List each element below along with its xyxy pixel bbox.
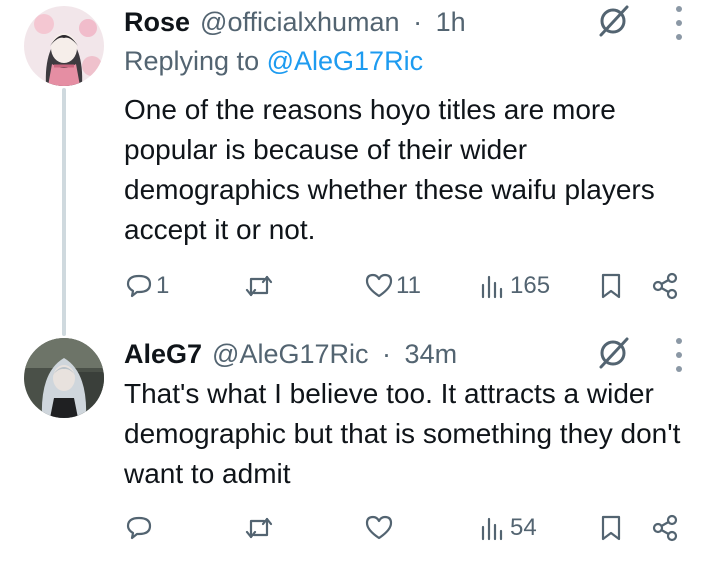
more-icon[interactable]	[672, 6, 686, 40]
replying-label: Replying to	[124, 46, 260, 76]
view-count: 165	[510, 272, 551, 299]
reply-icon	[126, 516, 152, 540]
action-bar: 1 11 165	[0, 266, 720, 306]
avatar-image	[24, 6, 104, 86]
heart-icon	[365, 273, 393, 298]
timestamp[interactable]: 1h	[436, 7, 466, 37]
views-icon	[481, 275, 503, 299]
action-bar: 54	[0, 508, 720, 548]
avatar-image	[24, 338, 104, 418]
reply-button[interactable]: 1	[124, 266, 169, 306]
share-icon	[652, 272, 678, 300]
like-button[interactable]	[364, 508, 396, 548]
tweet-text: One of the reasons hoyo titles are more …	[124, 94, 655, 245]
reply-tweet-rose[interactable]: Rose @officialxhuman · 1h Replying to @A…	[0, 0, 720, 320]
view-count: 54	[510, 514, 537, 541]
views-button[interactable]: 165	[478, 266, 550, 306]
bookmark-icon	[601, 273, 621, 299]
author-name[interactable]: AleG7	[124, 339, 202, 370]
reply-button[interactable]	[124, 508, 156, 548]
bookmark-button[interactable]	[596, 508, 626, 548]
grok-icon[interactable]	[596, 336, 630, 370]
avatar[interactable]	[24, 6, 104, 86]
repost-icon	[245, 275, 273, 297]
timestamp[interactable]: 34m	[405, 339, 458, 369]
author-handle[interactable]: @officialxhuman	[200, 7, 400, 37]
heart-icon	[365, 515, 393, 540]
repost-button[interactable]	[244, 508, 276, 548]
reply-icon	[126, 274, 152, 298]
bookmark-icon	[601, 515, 621, 541]
share-button[interactable]	[650, 266, 680, 306]
reply-tweet-aleg7[interactable]: AleG7 @AleG17Ric · 34m That's what I bel…	[0, 322, 720, 561]
tweet-text: That's what I believe too. It attracts a…	[124, 378, 681, 489]
author-name[interactable]: Rose	[124, 7, 190, 38]
share-button[interactable]	[650, 508, 680, 548]
bookmark-button[interactable]	[596, 266, 626, 306]
replying-to-line: Replying to @AleG17Ric	[124, 46, 423, 77]
like-button[interactable]: 11	[364, 266, 421, 306]
dot-separator: ·	[413, 6, 423, 37]
reply-count: 1	[156, 272, 170, 299]
views-icon	[481, 517, 503, 541]
share-icon	[652, 514, 678, 542]
dot-separator: ·	[382, 338, 392, 369]
author-handle[interactable]: @AleG17Ric	[212, 339, 368, 369]
grok-icon[interactable]	[596, 4, 630, 38]
tweet-header: AleG7 @AleG17Ric · 34m	[124, 336, 457, 372]
more-icon[interactable]	[672, 338, 686, 372]
replying-to-handle-link[interactable]: @AleG17Ric	[267, 46, 423, 76]
tweet-header: Rose @officialxhuman · 1h	[124, 4, 466, 40]
avatar[interactable]	[24, 338, 104, 418]
repost-button[interactable]	[244, 266, 276, 306]
views-button[interactable]: 54	[478, 508, 537, 548]
repost-icon	[245, 517, 273, 539]
like-count: 11	[396, 272, 421, 299]
